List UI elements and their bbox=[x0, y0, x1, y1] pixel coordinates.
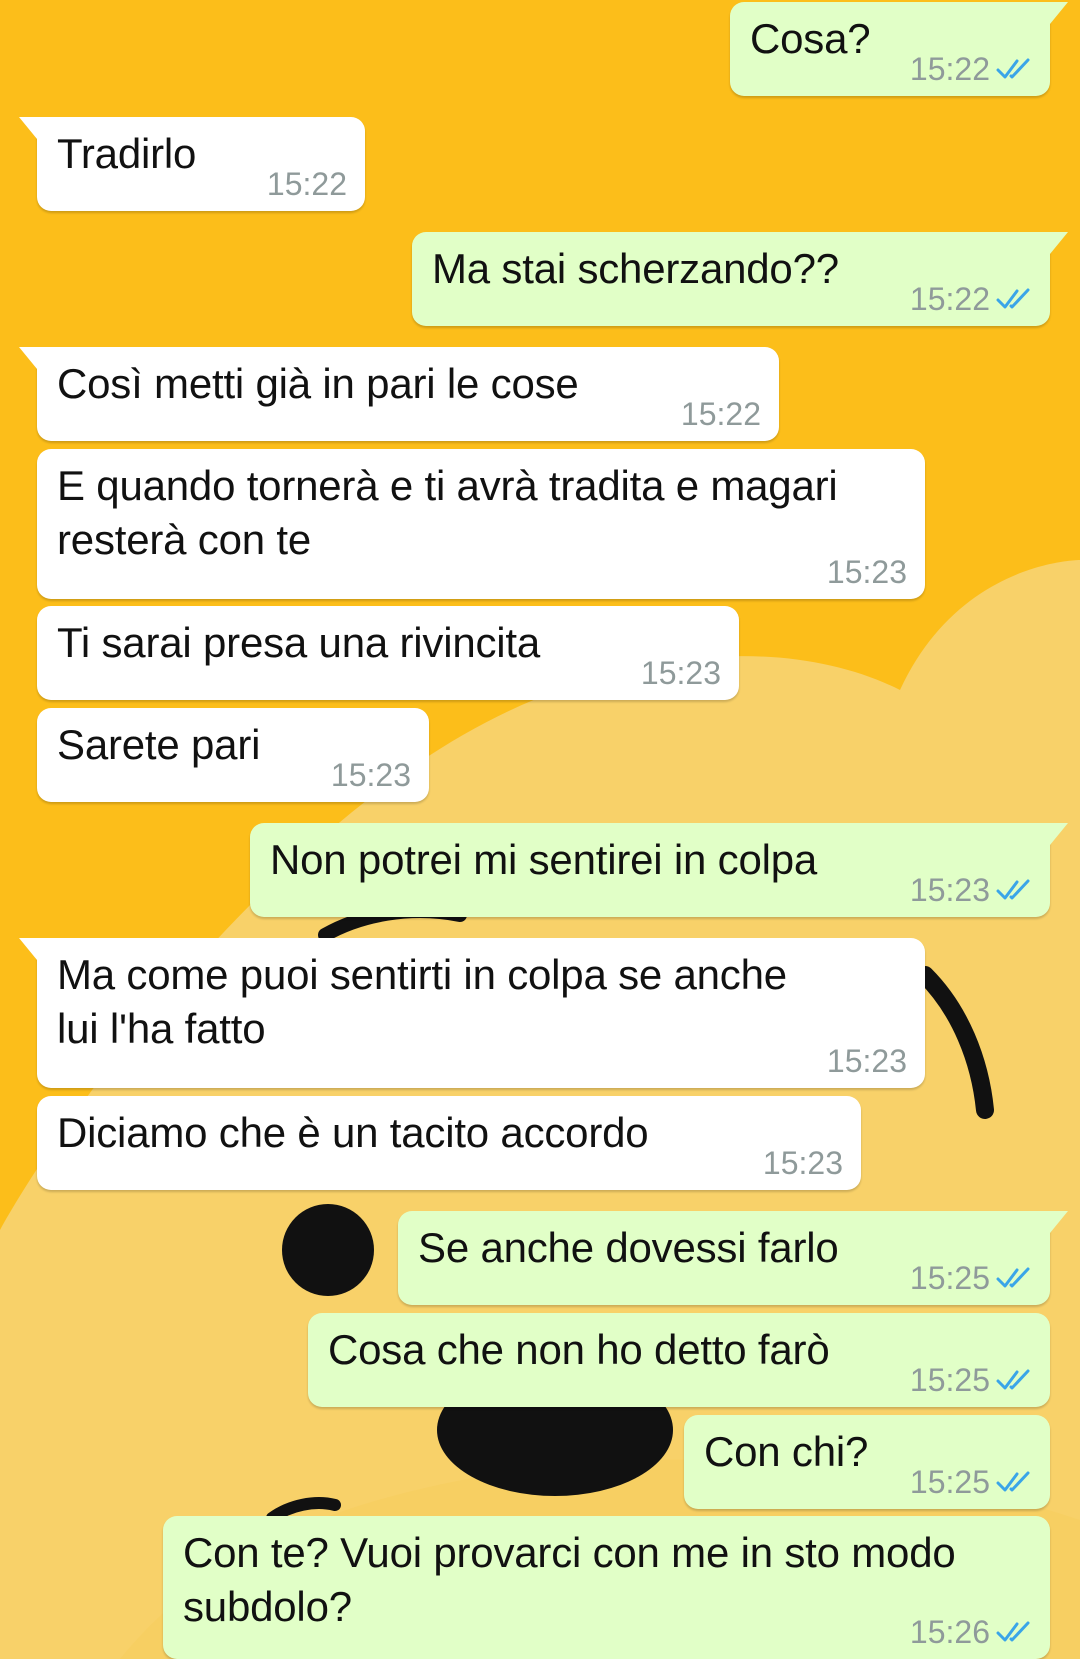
message-meta: 15:23 bbox=[827, 1044, 907, 1078]
message-meta: 15:25 bbox=[910, 1465, 1032, 1499]
message-meta: 15:23 bbox=[641, 656, 721, 690]
message-text: Ma come puoi sentirti in colpa se anche … bbox=[57, 951, 787, 1052]
message-meta: 15:23 bbox=[910, 873, 1032, 907]
message-bubble-incoming[interactable]: Sarete pari 15:23 bbox=[37, 708, 429, 802]
message-meta: 15:23 bbox=[763, 1146, 843, 1180]
message-bubble-incoming[interactable]: Diciamo che è un tacito accordo 15:23 bbox=[37, 1096, 861, 1190]
message-bubble-incoming[interactable]: Ma come puoi sentirti in colpa se anche … bbox=[19, 938, 925, 1088]
message-meta: 15:22 bbox=[910, 282, 1032, 316]
message-meta: 15:23 bbox=[827, 555, 907, 589]
message-text: Così metti già in pari le cose bbox=[57, 360, 579, 407]
message-bubble-outgoing[interactable]: Ma stai scherzando?? 15:22 bbox=[412, 232, 1068, 326]
message-text: Ti sarai presa una rivincita bbox=[57, 619, 541, 666]
message-list[interactable]: Cosa? 15:22 Tradirlo 15:22 Ma stai scher… bbox=[0, 0, 1080, 1659]
message-time: 15:26 bbox=[909, 1614, 990, 1650]
message-time: 15:22 bbox=[909, 51, 990, 87]
message-bubble-incoming[interactable]: Tradirlo 15:22 bbox=[19, 117, 365, 211]
message-meta: 15:22 bbox=[267, 167, 347, 201]
message-bubble-outgoing[interactable]: Con te? Vuoi provarci con me in sto modo… bbox=[163, 1516, 1050, 1659]
read-check-icon bbox=[996, 58, 1030, 79]
read-check-icon bbox=[996, 1267, 1030, 1288]
message-bubble-outgoing[interactable]: Non potrei mi sentirei in colpa 15:23 bbox=[250, 823, 1068, 917]
message-time: 15:23 bbox=[762, 1145, 843, 1181]
message-text: Diciamo che è un tacito accordo bbox=[57, 1109, 649, 1156]
message-time: 15:25 bbox=[909, 1362, 990, 1398]
message-bubble-outgoing[interactable]: Cosa che non ho detto farò 15:25 bbox=[308, 1313, 1050, 1407]
read-check-icon bbox=[996, 1621, 1030, 1642]
message-time: 15:25 bbox=[909, 1260, 990, 1296]
message-text: Con te? Vuoi provarci con me in sto modo… bbox=[183, 1529, 956, 1630]
message-time: 15:23 bbox=[826, 554, 907, 590]
message-time: 15:23 bbox=[330, 757, 411, 793]
read-check-icon bbox=[996, 1471, 1030, 1492]
message-time: 15:23 bbox=[909, 872, 990, 908]
read-check-icon bbox=[996, 288, 1030, 309]
message-meta: 15:26 bbox=[910, 1615, 1032, 1649]
message-time: 15:22 bbox=[680, 396, 761, 432]
message-meta: 15:25 bbox=[910, 1363, 1032, 1397]
message-time: 15:25 bbox=[909, 1464, 990, 1500]
message-meta: 15:25 bbox=[910, 1261, 1032, 1295]
message-bubble-incoming[interactable]: E quando tornerà e ti avrà tradita e mag… bbox=[37, 449, 925, 599]
message-bubble-outgoing[interactable]: Se anche dovessi farlo 15:25 bbox=[398, 1211, 1068, 1305]
message-time: 15:22 bbox=[909, 281, 990, 317]
message-bubble-incoming[interactable]: Ti sarai presa una rivincita 15:23 bbox=[37, 606, 739, 700]
read-check-icon bbox=[996, 879, 1030, 900]
message-text: E quando tornerà e ti avrà tradita e mag… bbox=[57, 462, 838, 563]
message-time: 15:23 bbox=[826, 1043, 907, 1079]
message-time: 15:23 bbox=[640, 655, 721, 691]
message-time: 15:22 bbox=[266, 166, 347, 202]
message-meta: 15:22 bbox=[681, 397, 761, 431]
message-bubble-outgoing[interactable]: Con chi? 15:25 bbox=[684, 1415, 1050, 1509]
read-check-icon bbox=[996, 1369, 1030, 1390]
message-meta: 15:22 bbox=[910, 52, 1032, 86]
message-bubble-incoming[interactable]: Così metti già in pari le cose 15:22 bbox=[19, 347, 779, 441]
message-meta: 15:23 bbox=[331, 758, 411, 792]
message-bubble-outgoing[interactable]: Cosa? 15:22 bbox=[730, 2, 1068, 96]
